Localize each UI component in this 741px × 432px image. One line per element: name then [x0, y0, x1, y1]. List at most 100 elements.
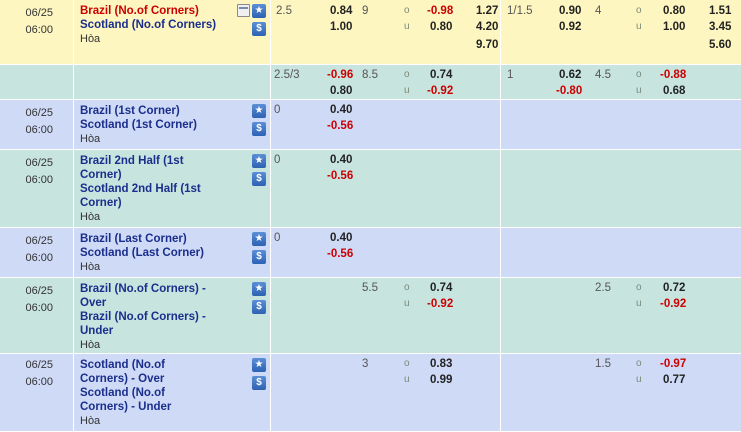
over-odds[interactable]: 0.74: [430, 280, 452, 296]
fulltime-odds: 0 0.40 -0.56: [272, 228, 501, 277]
under-odds[interactable]: -0.92: [427, 83, 453, 99]
1x2-home[interactable]: 1.51: [709, 3, 731, 19]
under-odds[interactable]: -0.92: [660, 296, 686, 312]
firsthalf-odds: 1.5 o u -0.97 0.77: [502, 354, 741, 431]
teams-cell: Brazil (No.of Corners) Scotland (No.of C…: [75, 0, 271, 64]
under-odds[interactable]: 0.80: [430, 19, 452, 35]
handicap-home-odds[interactable]: 0.40: [330, 102, 352, 118]
handicap-away-odds[interactable]: -0.56: [327, 246, 353, 262]
over-under-line: 5.5: [362, 282, 378, 294]
away-team[interactable]: Scotland (1st Corner): [80, 118, 240, 132]
away-team[interactable]: Scotland 2nd Half (1st Corner): [80, 182, 220, 210]
over-under-line: 4.5: [595, 69, 611, 81]
under-label: u: [404, 85, 410, 96]
over-label: o: [404, 5, 410, 16]
dollar-icon[interactable]: $: [252, 122, 266, 136]
handicap-away-odds[interactable]: 0.92: [559, 19, 581, 35]
star-icon[interactable]: ★: [252, 4, 266, 18]
match-time: 06/25 06:00: [0, 0, 74, 64]
match-time: 06/25 06:00: [0, 354, 74, 431]
over-label: o: [636, 69, 642, 80]
handicap-line: 1: [507, 69, 514, 81]
under-label: u: [636, 298, 642, 309]
under-odds[interactable]: 1.00: [663, 19, 685, 35]
over-odds[interactable]: -0.88: [660, 67, 686, 83]
home-team[interactable]: Brazil (Last Corner): [80, 232, 240, 246]
dollar-icon[interactable]: $: [252, 172, 266, 186]
away-team[interactable]: Scotland (Last Corner): [80, 246, 240, 260]
under-odds[interactable]: 0.68: [663, 83, 685, 99]
dollar-icon[interactable]: $: [252, 300, 266, 314]
away-team[interactable]: Scotland (No.of Corners) - Under: [80, 386, 190, 414]
firsthalf-odds: 1/1.5 0.90 0.92 4 o u 0.80 1.00 1.51 3.4…: [502, 0, 741, 64]
star-icon[interactable]: ★: [252, 154, 266, 168]
1x2-draw[interactable]: 9.70: [476, 37, 498, 53]
away-team[interactable]: Scotland (No.of Corners): [80, 18, 220, 32]
match-time: 06/25 06:00: [0, 278, 74, 353]
over-label: o: [636, 5, 642, 16]
star-icon[interactable]: ★: [252, 282, 266, 296]
home-team[interactable]: Brazil (No.of Corners): [80, 4, 220, 18]
draw-label: Hòa: [80, 415, 101, 427]
handicap-home-odds[interactable]: 0.40: [330, 152, 352, 168]
under-odds[interactable]: 0.77: [663, 372, 685, 388]
away-team[interactable]: Brazil (No.of Corners) - Under: [80, 310, 220, 338]
over-under-line: 4: [595, 5, 602, 17]
dollar-icon[interactable]: $: [252, 22, 266, 36]
over-under-line: 2.5: [595, 282, 611, 294]
handicap-away-odds[interactable]: -0.56: [327, 168, 353, 184]
over-odds[interactable]: -0.97: [660, 356, 686, 372]
draw-label: Hòa: [80, 133, 101, 145]
under-odds[interactable]: -0.92: [427, 296, 453, 312]
calendar-icon[interactable]: [237, 4, 250, 17]
fulltime-odds: 0 0.40 -0.56: [272, 100, 501, 149]
over-odds[interactable]: 0.72: [663, 280, 685, 296]
handicap-away-odds[interactable]: -0.80: [556, 83, 582, 99]
teams-cell: [75, 65, 271, 99]
match-kickoff: 06:00: [25, 302, 53, 314]
handicap-away-odds[interactable]: 0.80: [330, 83, 352, 99]
match-time: 06/25 06:00: [0, 228, 74, 277]
1x2-away[interactable]: 3.45: [709, 19, 731, 35]
home-team[interactable]: Brazil (1st Corner): [80, 104, 240, 118]
over-label: o: [404, 69, 410, 80]
fulltime-odds: 0 0.40 -0.56: [272, 150, 501, 227]
firsthalf-odds: [502, 100, 741, 149]
star-icon[interactable]: ★: [252, 358, 266, 372]
dollar-icon[interactable]: $: [252, 376, 266, 390]
handicap-home-odds[interactable]: 0.62: [559, 67, 581, 83]
handicap-home-odds[interactable]: 0.84: [330, 3, 352, 19]
handicap-home-odds[interactable]: 0.40: [330, 230, 352, 246]
star-icon[interactable]: ★: [252, 104, 266, 118]
under-label: u: [404, 298, 410, 309]
over-odds[interactable]: 0.83: [430, 356, 452, 372]
teams-cell: Brazil (Last Corner) Scotland (Last Corn…: [75, 228, 271, 277]
home-team[interactable]: Brazil 2nd Half (1st Corner): [80, 154, 220, 182]
handicap-away-odds[interactable]: 1.00: [330, 19, 352, 35]
1x2-draw[interactable]: 5.60: [709, 37, 731, 53]
alternate-line-row: 2.5/3 -0.96 0.80 8.5 o u 0.74 -0.92 1 0.…: [0, 65, 741, 100]
over-odds[interactable]: 0.80: [663, 3, 685, 19]
home-team[interactable]: Brazil (No.of Corners) - Over: [80, 282, 220, 310]
under-odds[interactable]: 0.99: [430, 372, 452, 388]
handicap-home-odds[interactable]: -0.96: [327, 67, 353, 83]
home-team[interactable]: Scotland (No.of Corners) - Over: [80, 358, 190, 386]
firsthalf-odds: [502, 150, 741, 227]
match-date: 06/25: [25, 235, 53, 247]
fulltime-odds: 3 o u 0.83 0.99: [272, 354, 501, 431]
dollar-icon[interactable]: $: [252, 250, 266, 264]
1x2-away[interactable]: 4.20: [476, 19, 498, 35]
over-odds[interactable]: -0.98: [427, 3, 453, 19]
match-kickoff: 06:00: [25, 252, 53, 264]
over-under-line: 9: [362, 5, 369, 17]
teams-cell: Scotland (No.of Corners) - Over Scotland…: [75, 354, 271, 431]
1x2-home[interactable]: 1.27: [476, 3, 498, 19]
over-odds[interactable]: 0.74: [430, 67, 452, 83]
firsthalf-odds: 1 0.62 -0.80 4.5 o u -0.88 0.68: [502, 65, 741, 99]
over-label: o: [404, 282, 410, 293]
match-kickoff: 06:00: [25, 376, 53, 388]
star-icon[interactable]: ★: [252, 232, 266, 246]
draw-label: Hòa: [80, 339, 101, 351]
handicap-away-odds[interactable]: -0.56: [327, 118, 353, 134]
handicap-home-odds[interactable]: 0.90: [559, 3, 581, 19]
